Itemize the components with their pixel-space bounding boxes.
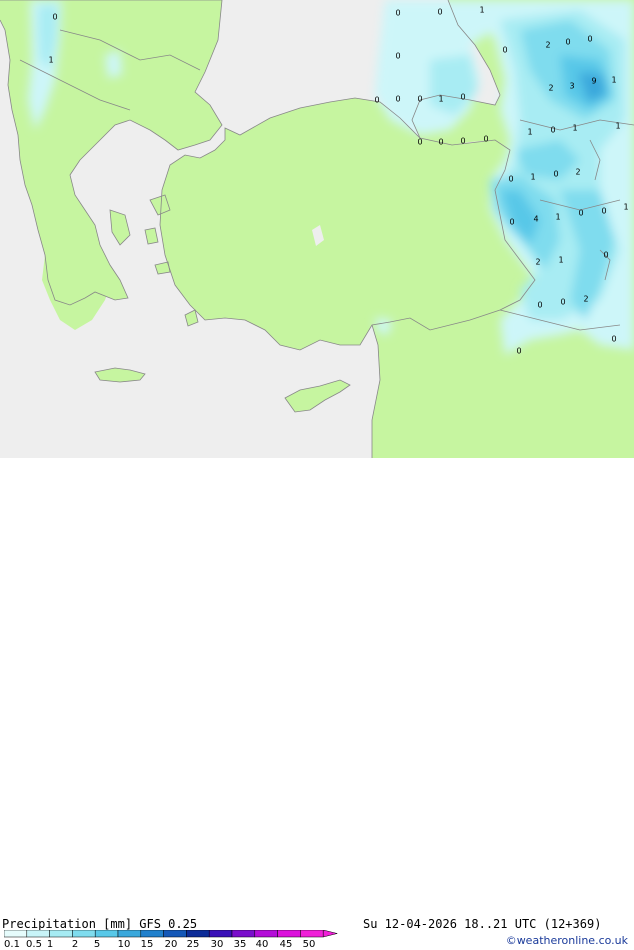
precip-value-label: 1: [572, 124, 577, 133]
legend-color-segment: [72, 930, 96, 938]
precip-value-label: 3: [569, 82, 574, 91]
precip-value-label: 1: [623, 203, 628, 212]
precip-value-label: 0: [502, 46, 507, 55]
legend-tick-label: 2: [71, 939, 79, 950]
precip-value-label: 2: [545, 41, 550, 50]
legend-tick-label: 20: [164, 939, 178, 950]
legend-overflow-arrow: [322, 930, 338, 938]
precip-value-label: 0: [395, 9, 400, 18]
legend-tick-label: 40: [255, 939, 269, 950]
precip-value-label: 0: [437, 8, 442, 17]
precip-value-label: 0: [578, 209, 583, 218]
precip-value-label: 0: [565, 38, 570, 47]
precip-value-label: 4: [533, 215, 538, 224]
legend-tick-label: 35: [233, 939, 247, 950]
precip-value-label: 2: [575, 168, 580, 177]
precip-value-label: 0: [417, 95, 422, 104]
precip-value-label: 0: [460, 137, 465, 146]
precip-value-label: 0: [509, 218, 514, 227]
legend-tick-label: 1: [46, 939, 54, 950]
precip-value-label: 0: [611, 335, 616, 344]
legend-color-segment: [140, 930, 164, 938]
precip-value-label: 0: [587, 35, 592, 44]
legend-tick-label: 5: [93, 939, 101, 950]
legend-color-segment: [186, 930, 210, 938]
copyright-link[interactable]: ©weatheronline.co.uk: [506, 934, 628, 947]
legend-tick-label: 0.5: [26, 939, 42, 950]
legend-color-segment: [94, 930, 119, 938]
precip-value-label: 1: [555, 213, 560, 222]
legend-tick-label: 0.1: [4, 939, 20, 950]
legend-color-segment: [231, 930, 256, 938]
precip-value-label: 0: [417, 138, 422, 147]
precip-value-label: 9: [591, 77, 596, 86]
precip-value-label: 0: [483, 135, 488, 144]
precip-value-label: 1: [611, 76, 616, 85]
precip-value-label: 0: [601, 207, 606, 216]
legend-tick-label: 25: [186, 939, 200, 950]
legend-color-segment: [254, 930, 278, 938]
precip-value-label: 0: [516, 347, 521, 356]
precip-value-label: 2: [548, 84, 553, 93]
legend-color-segment: [26, 930, 50, 938]
map-title: Precipitation [mm] GFS 0.25: [2, 917, 198, 931]
legend-color-segment: [163, 930, 187, 938]
legend-color-segment: [49, 930, 73, 938]
legend-color-segment: [277, 930, 301, 938]
precip-value-label: 0: [52, 13, 57, 22]
precip-value-label: 2: [535, 258, 540, 267]
map-canvas: 0 1 0 0 1 2 0 0 0 0 2 3 9 1 0 0 0 1 0 1 0 1 1 0 0 0 0 0 1 0 2 0 4 1 0 0 1 2 1 0…: [0, 0, 634, 458]
precip-value-label: 0: [460, 93, 465, 102]
precip-value-label: 2: [583, 295, 588, 304]
precip-value-label: 0: [550, 126, 555, 135]
precip-value-label: 0: [553, 170, 558, 179]
forecast-datetime: Su 12-04-2026 18..21 UTC (12+369): [363, 917, 602, 931]
legend-tick-label: 50: [302, 939, 316, 950]
map-footer: Precipitation [mm] GFS 0.25 Su 12-04-202…: [0, 458, 634, 950]
precip-value-label: 0: [438, 138, 443, 147]
precip-value-label: 1: [558, 256, 563, 265]
legend-color-segment: [208, 930, 233, 938]
legend-color-segment: [300, 930, 324, 938]
legend-tick-label: 10: [117, 939, 131, 950]
legend-tick-label: 15: [140, 939, 154, 950]
legend-tick-label: 45: [279, 939, 293, 950]
precip-value-label: 0: [537, 301, 542, 310]
precip-value-label: 1: [615, 122, 620, 131]
precip-value-label: 1: [438, 95, 443, 104]
precip-value-label: 0: [603, 251, 608, 260]
precip-value-label: 1: [530, 173, 535, 182]
precip-value-label: 0: [508, 175, 513, 184]
legend-tick-label: 30: [210, 939, 224, 950]
precip-value-label: 0: [395, 95, 400, 104]
precipitation-map: 0 1 0 0 1 2 0 0 0 0 2 3 9 1 0 0 0 1 0 1 0 1 1 0 0 0 0 0 1 0 2 0 4 1 0 0 1 2 1 0…: [0, 0, 634, 458]
precip-value-label: 0: [395, 52, 400, 61]
precip-value-label: 0: [560, 298, 565, 307]
precip-value-label: 0: [374, 96, 379, 105]
legend-color-segment: [117, 930, 142, 938]
precip-value-label: 1: [48, 56, 53, 65]
precip-value-label: 1: [479, 6, 484, 15]
legend-color-segment: [4, 930, 28, 938]
precip-value-label: 1: [527, 128, 532, 137]
